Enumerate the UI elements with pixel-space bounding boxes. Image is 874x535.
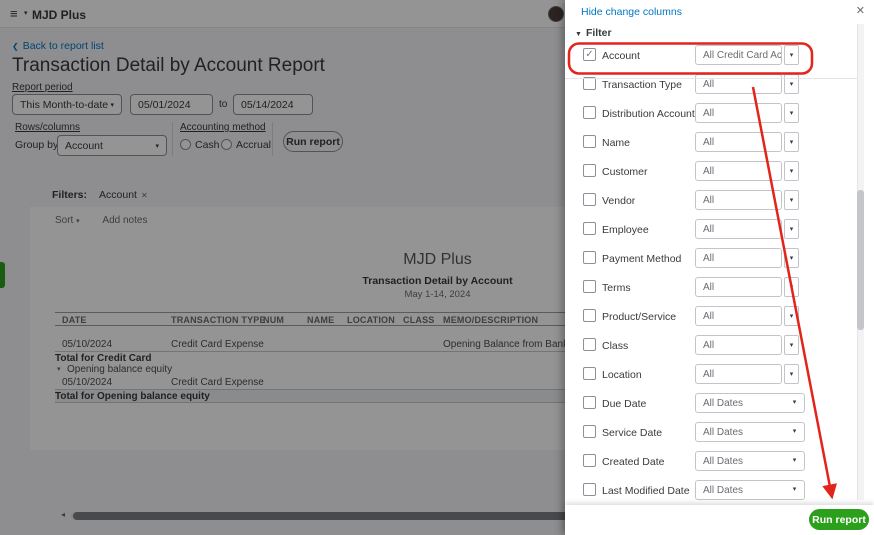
- checkbox[interactable]: [583, 164, 596, 177]
- chevron-down-icon[interactable]: ▾: [784, 74, 799, 94]
- filter-row: Employee All ▾: [565, 218, 874, 247]
- filter-label: Terms: [602, 282, 631, 294]
- chevron-down-icon[interactable]: ▾: [787, 393, 802, 413]
- chevron-down-icon[interactable]: ▾: [787, 422, 802, 442]
- panel-footer: Run report: [565, 505, 874, 535]
- filter-row: Created Date All Dates ▾: [565, 450, 874, 479]
- checkbox[interactable]: [583, 280, 596, 293]
- filter-label: Class: [602, 340, 629, 352]
- filter-row: Name All ▾: [565, 131, 874, 160]
- checkbox[interactable]: [583, 396, 596, 409]
- filter-value-dropdown[interactable]: All: [695, 219, 782, 239]
- filter-row: Vendor All ▾: [565, 189, 874, 218]
- chevron-down-icon[interactable]: ▾: [784, 190, 799, 210]
- filter-label: Employee: [602, 224, 649, 236]
- chevron-down-icon[interactable]: ▾: [784, 306, 799, 326]
- filter-value-dropdown[interactable]: All: [695, 335, 782, 355]
- filter-section-header[interactable]: ▼ Filter: [575, 27, 612, 39]
- filter-label: Name: [602, 137, 631, 149]
- chevron-down-icon[interactable]: ▾: [784, 161, 799, 181]
- checkbox[interactable]: [583, 483, 596, 496]
- checkbox[interactable]: [583, 425, 596, 438]
- filter-label: Account: [602, 50, 640, 62]
- filter-row: Product/Service All ▾: [565, 305, 874, 334]
- close-icon[interactable]: ✕: [856, 4, 865, 17]
- checkbox-checked[interactable]: ✓: [583, 48, 596, 61]
- hide-change-columns-link[interactable]: Hide change columns: [581, 6, 682, 18]
- filter-label: Distribution Account: [602, 108, 695, 120]
- filter-row: Payment Method All ▾: [565, 247, 874, 276]
- chevron-down-icon[interactable]: ▾: [784, 335, 799, 355]
- filter-value-dropdown[interactable]: All: [695, 364, 782, 384]
- filter-row: Class All ▾: [565, 334, 874, 363]
- filter-collapse-icon: ▼: [575, 31, 582, 38]
- filter-value-dropdown[interactable]: All: [695, 190, 782, 210]
- checkbox[interactable]: [583, 309, 596, 322]
- customize-report-panel: Hide change columns ✕ ▼ Filter ✓ Account Al…: [565, 0, 874, 535]
- filter-label: Payment Method: [602, 253, 682, 265]
- filter-value-dropdown[interactable]: All: [695, 161, 782, 181]
- checkbox[interactable]: [583, 251, 596, 264]
- chevron-down-icon[interactable]: ▾: [784, 364, 799, 384]
- chevron-down-icon[interactable]: ▾: [784, 45, 799, 65]
- filter-row: Last Modified Date All Dates ▾: [565, 479, 874, 508]
- checkbox[interactable]: [583, 222, 596, 235]
- chevron-down-icon[interactable]: ▾: [784, 132, 799, 152]
- filter-value-dropdown[interactable]: All: [695, 103, 782, 123]
- chevron-down-icon[interactable]: ▾: [787, 451, 802, 471]
- chevron-down-icon[interactable]: ▾: [784, 248, 799, 268]
- filter-row: Customer All ▾: [565, 160, 874, 189]
- filter-label: Transaction Type: [602, 79, 682, 91]
- filter-label: Customer: [602, 166, 648, 178]
- filter-value-dropdown[interactable]: All: [695, 277, 782, 297]
- chevron-down-icon[interactable]: ▾: [784, 277, 799, 297]
- chevron-down-icon[interactable]: ▾: [784, 219, 799, 239]
- filter-label: Service Date: [602, 427, 663, 439]
- divider: [565, 78, 860, 79]
- modal-dim-overlay: [0, 0, 565, 535]
- filter-value-dropdown[interactable]: All: [695, 248, 782, 268]
- checkbox[interactable]: [583, 338, 596, 351]
- filter-row: Terms All ▾: [565, 276, 874, 305]
- filter-value-dropdown[interactable]: All: [695, 306, 782, 326]
- chevron-down-icon[interactable]: ▾: [784, 103, 799, 123]
- filter-value-dropdown[interactable]: All Credit Card Accoun: [695, 45, 782, 65]
- checkbox[interactable]: [583, 106, 596, 119]
- filter-row: Location All ▾: [565, 363, 874, 392]
- filter-value-dropdown[interactable]: All: [695, 74, 782, 94]
- filter-label: Vendor: [602, 195, 636, 207]
- filter-row: Service Date All Dates ▾: [565, 421, 874, 450]
- checkbox[interactable]: [583, 135, 596, 148]
- filter-row: ✓ Account All Credit Card Accoun▾: [565, 44, 874, 73]
- filter-label: Created Date: [602, 456, 665, 468]
- filter-label: Location: [602, 369, 642, 381]
- panel-scrollbar-thumb[interactable]: [857, 190, 864, 330]
- checkbox[interactable]: [583, 454, 596, 467]
- run-report-button[interactable]: Run report: [809, 509, 869, 530]
- chevron-down-icon[interactable]: ▾: [787, 480, 802, 500]
- filter-label: Product/Service: [602, 311, 677, 323]
- filter-label: Last Modified Date: [602, 485, 690, 497]
- filter-label: Due Date: [602, 398, 647, 410]
- filter-value-dropdown[interactable]: All: [695, 132, 782, 152]
- checkbox[interactable]: [583, 367, 596, 380]
- filter-row: Distribution Account All ▾: [565, 102, 874, 131]
- checkbox[interactable]: [583, 193, 596, 206]
- filter-row: Due Date All Dates ▾: [565, 392, 874, 421]
